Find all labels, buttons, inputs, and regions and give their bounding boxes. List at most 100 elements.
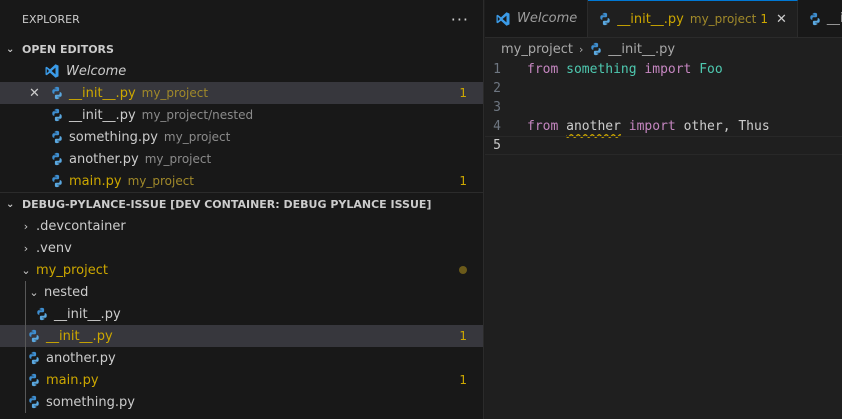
tree-item-main[interactable]: main.py 1 xyxy=(0,369,483,391)
indent-guide xyxy=(25,347,26,369)
keyword-token: from xyxy=(527,119,559,134)
code-line: 2 xyxy=(485,79,842,98)
open-editor-main[interactable]: main.py my_project 1 xyxy=(0,170,483,192)
chevron-down-icon: ⌄ xyxy=(21,263,31,277)
open-editor-name: another.py xyxy=(69,151,139,167)
breadcrumb: my_project › __init__.py xyxy=(485,38,842,60)
tab-bar: Welcome __init__.py my_project 1 ✕ __in xyxy=(485,0,842,38)
open-editor-path: my_project xyxy=(144,152,212,166)
explorer-sidebar: EXPLORER ··· ⌄ OPEN EDITORS Welcome ✕ __… xyxy=(0,0,484,419)
explorer-header: EXPLORER ··· xyxy=(0,0,483,38)
code-editor[interactable]: 1 from something import Foo 2 3 4 from a… xyxy=(485,60,842,155)
open-editors-title: OPEN EDITORS xyxy=(22,42,114,56)
line-number: 2 xyxy=(493,81,501,96)
open-editors-header[interactable]: ⌄ OPEN EDITORS xyxy=(0,38,483,60)
open-editor-name: __init__.py xyxy=(69,107,136,123)
vscode-logo-icon xyxy=(44,63,60,79)
close-icon[interactable]: ✕ xyxy=(29,86,40,101)
tree-item-label: __init__.py xyxy=(46,328,113,344)
tab-init-active[interactable]: __init__.py my_project 1 ✕ xyxy=(588,0,798,37)
tab-description: my_project xyxy=(689,12,757,26)
python-file-icon xyxy=(27,351,41,365)
workspace-title: DEBUG-PYLANCE-ISSUE [DEV CONTAINER: DEBU… xyxy=(22,197,432,211)
python-file-icon xyxy=(27,329,41,343)
keyword-token: import xyxy=(628,119,676,134)
indent-guide xyxy=(25,281,26,303)
python-file-icon xyxy=(35,307,49,321)
open-editor-another[interactable]: another.py my_project xyxy=(0,148,483,170)
open-editor-path: my_project xyxy=(163,130,231,144)
python-file-icon xyxy=(50,174,64,188)
import-name-token: Foo xyxy=(699,62,723,77)
tree-item-devcontainer[interactable]: › .devcontainer xyxy=(0,215,483,237)
problem-count-badge: 1 xyxy=(459,329,467,343)
tree-item-label: another.py xyxy=(46,350,116,366)
open-editor-init-active[interactable]: ✕ __init__.py my_project 1 xyxy=(0,82,483,104)
tree-item-nested-init[interactable]: __init__.py xyxy=(0,303,483,325)
tab-label: __in xyxy=(826,11,842,26)
chevron-down-icon: ⌄ xyxy=(29,285,39,299)
tree-item-label: .devcontainer xyxy=(36,218,126,234)
breadcrumb-folder[interactable]: my_project xyxy=(501,42,573,57)
workspace-header[interactable]: ⌄ DEBUG-PYLANCE-ISSUE [DEV CONTAINER: DE… xyxy=(0,193,483,215)
warning-module-token: another xyxy=(566,119,621,134)
indent-guide xyxy=(25,391,26,413)
chevron-right-icon: › xyxy=(578,42,584,56)
line-number: 4 xyxy=(493,119,501,134)
python-file-icon xyxy=(808,12,822,26)
tree-item-label: something.py xyxy=(46,394,135,410)
tree-item-nested[interactable]: ⌄ nested xyxy=(0,281,483,303)
python-file-icon xyxy=(598,12,612,26)
open-editor-welcome[interactable]: Welcome xyxy=(0,60,483,82)
more-actions-icon[interactable]: ··· xyxy=(451,10,469,29)
tree-item-my-project[interactable]: ⌄ my_project xyxy=(0,259,483,281)
tab-label: __init__.py xyxy=(617,11,684,27)
open-editor-path: my_project xyxy=(141,86,209,100)
open-editor-path: my_project/nested xyxy=(141,108,254,122)
tab-label: Welcome xyxy=(517,11,578,26)
line-number: 3 xyxy=(493,100,501,115)
tab-init-other[interactable]: __in xyxy=(798,0,842,37)
code-line: 1 from something import Foo xyxy=(485,60,842,79)
python-file-icon xyxy=(50,152,64,166)
keyword-token: from xyxy=(527,62,559,77)
keyword-token: import xyxy=(644,62,692,77)
problem-count-badge: 1 xyxy=(459,86,467,100)
code-line: 3 xyxy=(485,98,842,117)
tree-item-init-active[interactable]: __init__.py 1 xyxy=(0,325,483,347)
tab-problem-badge: 1 xyxy=(760,12,768,26)
chevron-right-icon: › xyxy=(23,241,29,255)
chevron-down-icon: ⌄ xyxy=(6,198,15,210)
vscode-logo-icon xyxy=(495,11,511,27)
open-editor-path: my_project xyxy=(127,174,195,188)
problem-count-badge: 1 xyxy=(459,373,467,387)
code-line: 4 from another import other, Thus xyxy=(485,117,842,136)
python-file-icon xyxy=(50,86,64,100)
open-editor-something[interactable]: something.py my_project xyxy=(0,126,483,148)
tree-item-label: __init__.py xyxy=(54,306,121,322)
open-editor-name: main.py xyxy=(69,173,122,189)
explorer-title: EXPLORER xyxy=(22,12,80,26)
open-editor-name: __init__.py xyxy=(69,85,136,101)
tree-item-venv[interactable]: › .venv xyxy=(0,237,483,259)
python-file-icon xyxy=(27,373,41,387)
tree-item-label: .venv xyxy=(36,240,72,256)
problem-count-badge: 1 xyxy=(459,174,467,188)
tab-welcome[interactable]: Welcome xyxy=(485,0,589,37)
open-editor-name: something.py xyxy=(69,129,158,145)
module-token: something xyxy=(566,62,637,77)
import-names-token: other, Thus xyxy=(683,119,770,134)
open-editor-name: Welcome xyxy=(66,63,127,79)
open-editor-init-nested[interactable]: __init__.py my_project/nested xyxy=(0,104,483,126)
chevron-down-icon: ⌄ xyxy=(6,43,15,55)
line-number: 1 xyxy=(493,62,501,77)
indent-guide xyxy=(25,325,26,347)
line-number: 5 xyxy=(493,138,501,153)
tree-item-label: my_project xyxy=(36,262,108,278)
tree-item-another[interactable]: another.py xyxy=(0,347,483,369)
close-tab-icon[interactable]: ✕ xyxy=(776,12,787,27)
breadcrumb-file[interactable]: __init__.py xyxy=(608,42,675,57)
python-file-icon xyxy=(27,395,41,409)
tree-item-something[interactable]: something.py xyxy=(0,391,483,413)
indent-guide xyxy=(25,369,26,391)
